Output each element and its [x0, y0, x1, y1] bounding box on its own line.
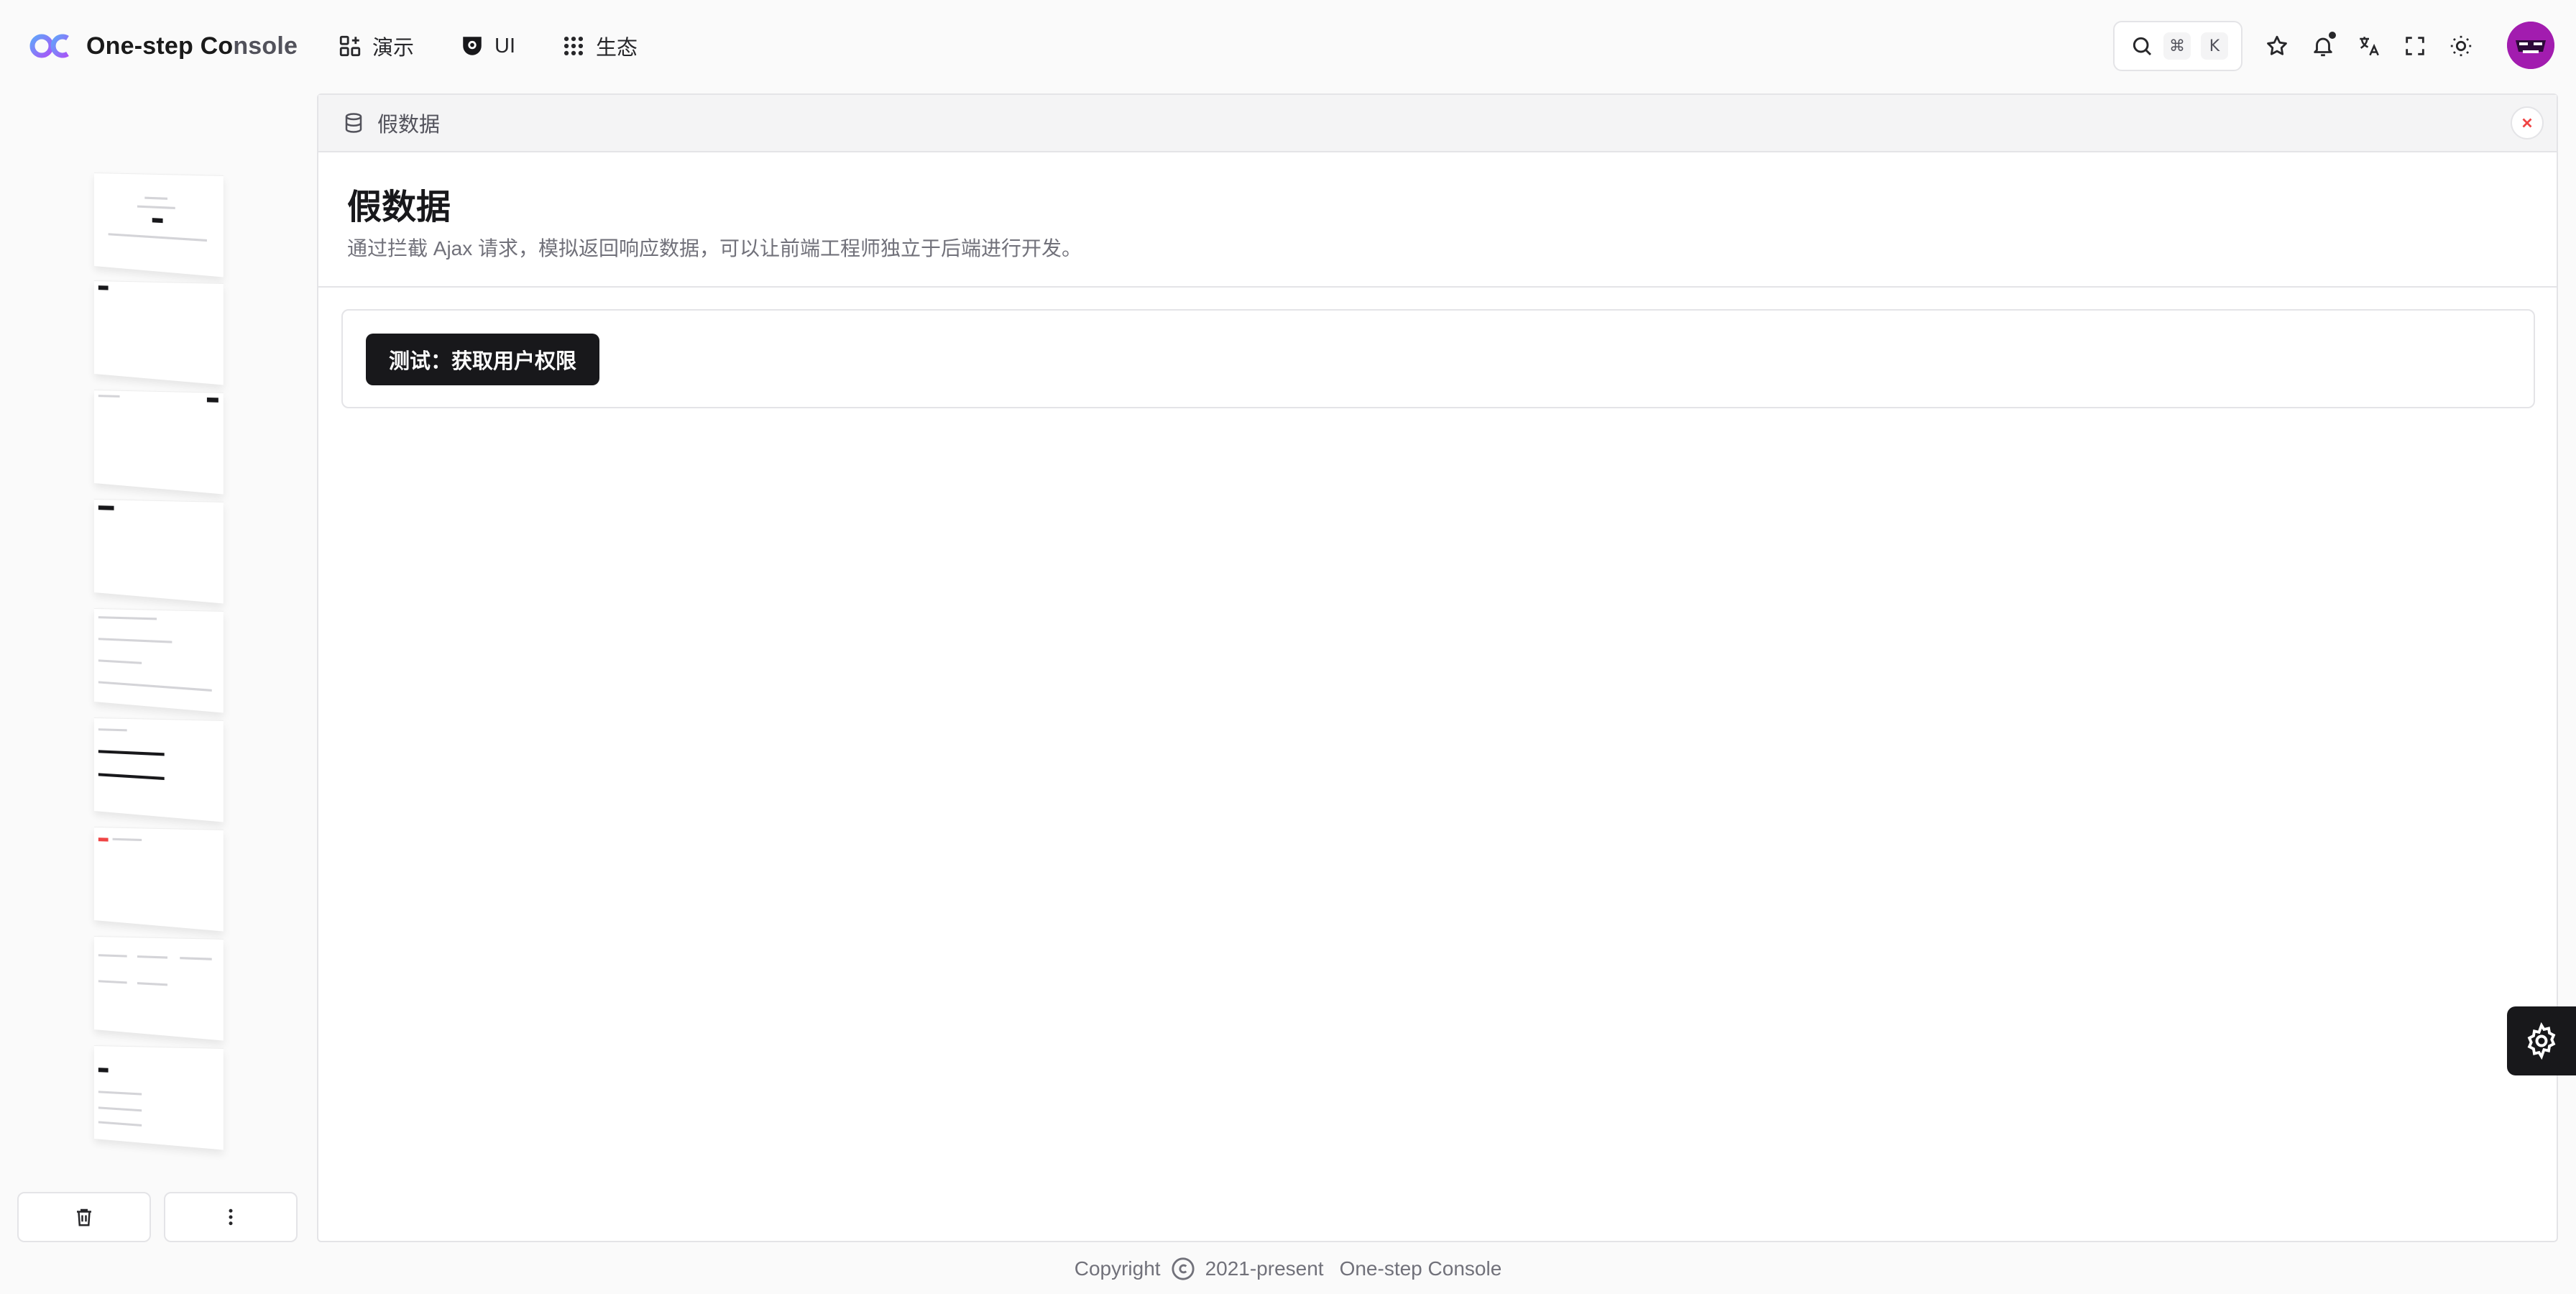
brand-name-secondary: nsole: [233, 32, 298, 60]
page-description: 通过拦截 Ajax 请求，模拟返回响应数据，可以让前端工程师独立于后端进行开发。: [347, 233, 1082, 262]
tab-thumbnail[interactable]: [94, 717, 224, 822]
top-header: One-step Console 演示 UI 生态 ⌘ K: [0, 0, 2576, 92]
nav-item-demo[interactable]: 演示: [338, 31, 414, 61]
clear-tabs-button[interactable]: [17, 1192, 151, 1242]
translate-icon: [2357, 34, 2381, 58]
nav-item-label: UI: [494, 35, 515, 58]
panel-tab-bar: 假数据: [318, 95, 2557, 152]
tab-thumbnail[interactable]: [94, 608, 224, 713]
tab-thumbnail[interactable]: [94, 936, 224, 1041]
nav-item-ecosystem[interactable]: 生态: [561, 31, 638, 61]
footer-copyright-label: Copyright: [1075, 1257, 1161, 1280]
notifications-button[interactable]: [2309, 32, 2337, 60]
copyright-icon: [1171, 1257, 1195, 1281]
settings-drawer-button[interactable]: [2507, 1006, 2576, 1075]
brand-logo[interactable]: One-step Console: [29, 27, 298, 65]
favorite-button[interactable]: [2263, 32, 2291, 60]
tab-label[interactable]: 假数据: [377, 108, 440, 138]
tab-thumbnail[interactable]: [94, 390, 224, 495]
shortcut-cmd-key: ⌘: [2163, 32, 2191, 60]
nav-item-label: 演示: [372, 31, 414, 61]
main-panel: 假数据 假数据 通过拦截 Ajax 请求，模拟返回响应数据，可以让前端工程师独立…: [317, 93, 2558, 1242]
fullscreen-button[interactable]: [2401, 32, 2429, 60]
brand-name-primary: One-step Co: [86, 32, 233, 60]
gear-icon: [2523, 1022, 2560, 1060]
more-vertical-icon: [220, 1206, 242, 1228]
close-icon: [2519, 115, 2535, 131]
page-title: 假数据: [347, 178, 451, 229]
tab-thumbnail[interactable]: [94, 1045, 224, 1150]
nav-item-ui[interactable]: UI: [460, 34, 515, 58]
tab-thumbnail[interactable]: [94, 827, 224, 932]
brand-name: One-step Console: [86, 32, 298, 60]
footer: Copyright 2021-present One-step Console: [0, 1252, 2576, 1285]
tab-thumbnail[interactable]: [94, 499, 224, 604]
search-icon: [2130, 35, 2153, 58]
user-avatar-icon: [2507, 22, 2554, 69]
nav-item-label: 生态: [596, 31, 638, 61]
language-button[interactable]: [2355, 32, 2383, 60]
trash-icon: [73, 1206, 95, 1228]
database-icon: [343, 112, 364, 134]
avatar[interactable]: [2507, 22, 2554, 69]
tab-preview-sidebar: [0, 92, 309, 1242]
theme-toggle-button[interactable]: [2447, 32, 2475, 60]
brand-mark-icon: [29, 32, 72, 60]
notification-dot: [2327, 30, 2337, 40]
search-trigger[interactable]: ⌘ K: [2113, 21, 2242, 71]
ui-shield-icon: [460, 34, 484, 58]
sun-icon: [2449, 34, 2473, 58]
dashboard-plus-icon: [338, 34, 362, 58]
more-options-button[interactable]: [164, 1192, 298, 1242]
star-icon: [2265, 34, 2289, 58]
tab-thumbnail[interactable]: [94, 173, 224, 277]
grid-dots-icon: [561, 34, 586, 58]
test-get-permissions-button[interactable]: 测试：获取用户权限: [366, 334, 599, 385]
fullscreen-icon: [2403, 34, 2427, 58]
tab-thumbnail[interactable]: [94, 280, 224, 385]
footer-years: 2021-present: [1205, 1257, 1324, 1280]
footer-app-name[interactable]: One-step Console: [1340, 1257, 1502, 1280]
close-tab-button[interactable]: [2511, 106, 2544, 139]
shortcut-k-key: K: [2201, 32, 2228, 60]
page-header: 假数据 通过拦截 Ajax 请求，模拟返回响应数据，可以让前端工程师独立于后端进…: [318, 152, 2557, 288]
top-nav: 演示 UI 生态: [338, 26, 638, 66]
content-card: 测试：获取用户权限: [341, 309, 2535, 408]
